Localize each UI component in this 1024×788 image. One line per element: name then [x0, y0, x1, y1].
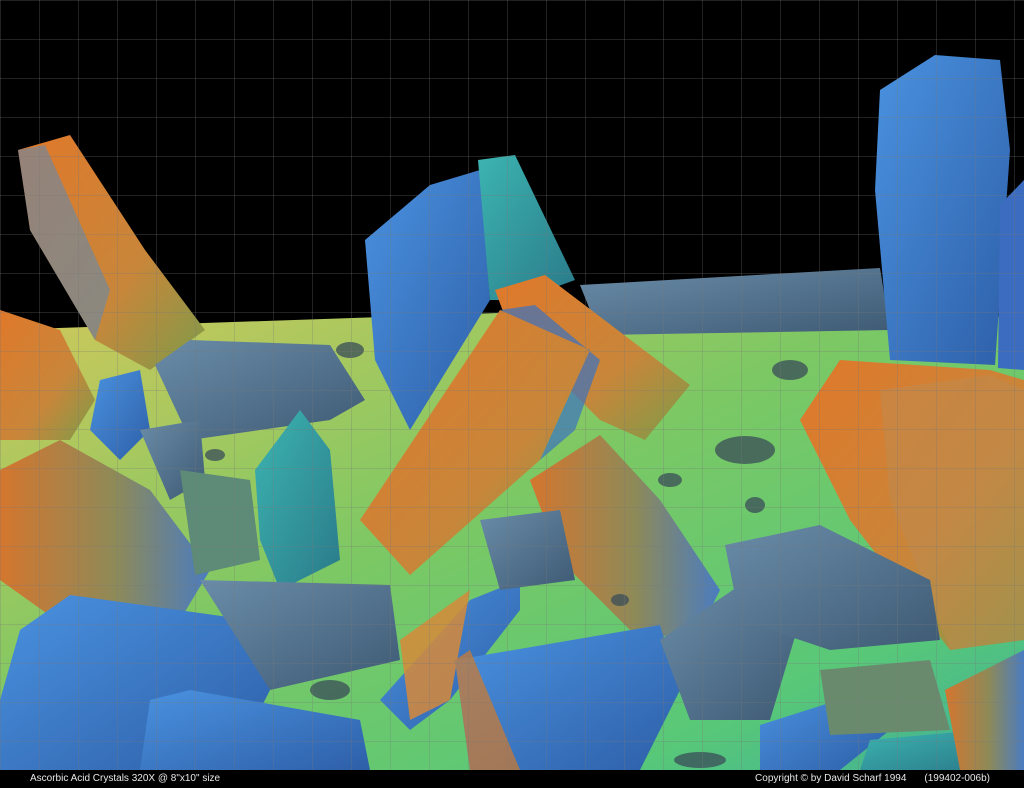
- copyright-text: Copyright © by David Scharf 1994: [755, 773, 907, 784]
- image-caption: Ascorbic Acid Crystals 320X @ 8"x10" siz…: [30, 773, 221, 784]
- crystal-right-slab-2: [820, 660, 950, 735]
- catalog-id: (199402-006b): [924, 773, 990, 784]
- copyright-notice: Copyright © by David Scharf 1994 (199402-…: [755, 772, 990, 786]
- micrograph-frame: Ascorbic Acid Crystals 320X @ 8"x10" siz…: [0, 0, 1024, 788]
- crystal-tall-blue-edge: [998, 180, 1024, 370]
- crystal-back-slab: [580, 268, 890, 335]
- crystal-center-back-right: [478, 155, 575, 300]
- crystal-tall-blue: [875, 55, 1010, 365]
- crystal-micrograph: [0, 55, 1024, 770]
